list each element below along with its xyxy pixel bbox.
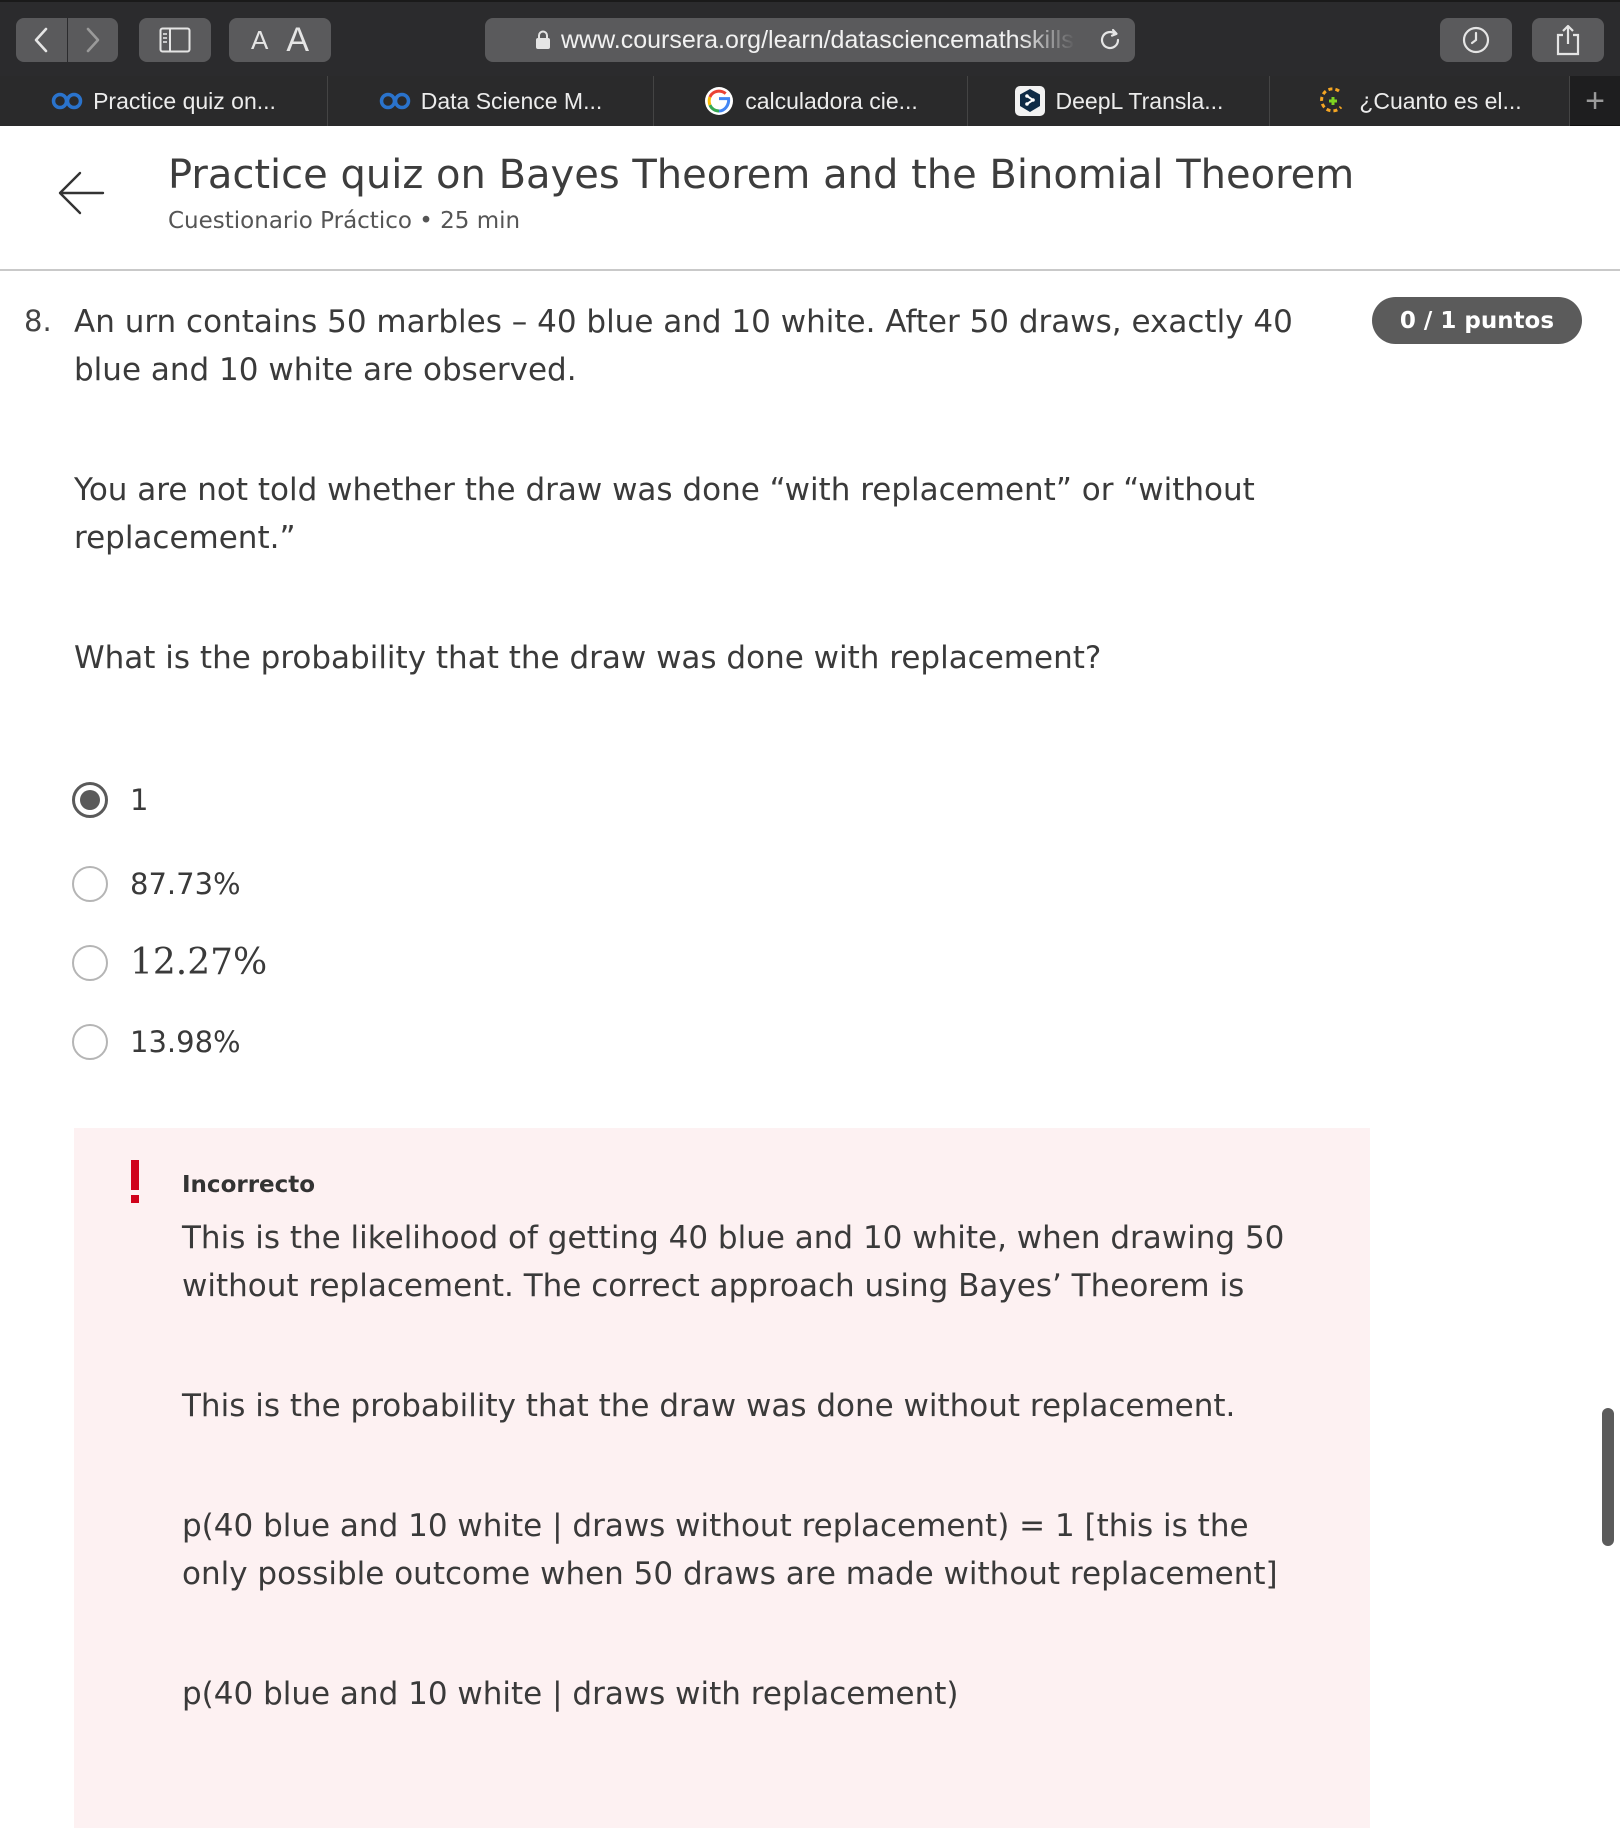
back-button[interactable] [16,18,67,62]
tab-deepl[interactable]: DeepL Transla... [968,76,1270,126]
font-size-buttons: A A [229,18,331,62]
clock-icon [1462,26,1490,54]
radio-dot [80,790,100,810]
points-badge: 0 / 1 puntos [1372,297,1582,344]
option-label: 87.73% [130,867,241,901]
radio-button[interactable] [72,1024,108,1060]
lock-icon [536,30,550,49]
browser-toolbar: A A www.coursera.org/learn/datasciencema… [0,0,1620,76]
chevron-right-icon [86,27,100,53]
feedback-status: Incorrecto [182,1172,316,1198]
history-button[interactable] [1440,18,1512,62]
url-text: www.coursera.org/learn/datasciencemathsk… [561,25,1074,54]
radio-button[interactable] [72,782,108,818]
decrease-font-button[interactable]: A [251,25,268,56]
feedback-text: p(40 blue and 10 white | draws with repl… [182,1676,959,1712]
radio-button[interactable] [72,866,108,902]
answer-option[interactable]: 12.27% [72,942,267,983]
share-button[interactable] [1532,18,1604,62]
answer-option[interactable]: 87.73% [72,866,241,902]
radio-button[interactable] [72,944,108,981]
question-number: 8. [24,304,52,338]
option-label: 12.27% [130,942,268,983]
exclamation-icon [131,1160,139,1203]
calculator-site-icon [1317,86,1349,116]
increase-font-button[interactable]: A [286,21,309,60]
reload-icon[interactable] [1097,27,1123,53]
question-text: An urn contains 50 marbles – 40 blue and… [74,304,1293,388]
coursera-icon [379,86,411,116]
question-prompt: What is the probability that the draw wa… [74,640,1102,676]
sidebar-button[interactable] [139,18,211,62]
question-text: You are not told whether the draw was do… [74,472,1255,556]
tab-calculadora[interactable]: calculadora cie... [654,76,968,126]
page-subtitle: Cuestionario Práctico • 25 min [168,208,521,234]
tab-cuanto-es[interactable]: ¿Cuanto es el... [1270,76,1570,126]
forward-button[interactable] [66,18,119,62]
tab-label: DeepL Transla... [1055,87,1224,114]
answer-option[interactable]: 13.98% [72,1024,241,1060]
share-icon [1556,24,1580,56]
tab-label: Practice quiz on... [93,87,276,114]
answer-option[interactable]: 1 [72,782,148,818]
feedback-text: This is the probability that the draw wa… [182,1388,1236,1424]
back-arrow-icon[interactable] [56,168,106,218]
chevron-left-icon [34,27,48,53]
option-label: 1 [130,783,149,817]
page-title: Practice quiz on Bayes Theorem and the B… [168,152,1355,198]
page-scrollbar[interactable] [1602,1408,1614,1546]
sidebar-icon [159,27,191,53]
tab-bar: Practice quiz on... Data Science M... ca… [0,76,1620,126]
tab-label: Data Science M... [420,87,603,114]
address-bar[interactable]: www.coursera.org/learn/datasciencemathsk… [485,18,1135,62]
quiz-header: Practice quiz on Bayes Theorem and the B… [0,126,1620,271]
feedback-panel: Incorrecto This is the likelihood of get… [74,1128,1370,1828]
tab-label: calculadora cie... [745,87,918,114]
tab-label: ¿Cuanto es el... [1359,87,1522,114]
tab-data-science[interactable]: Data Science M... [328,76,654,126]
tab-practice-quiz[interactable]: Practice quiz on... [0,76,328,126]
google-icon [703,86,735,116]
new-tab-button[interactable]: + [1570,76,1620,126]
deepl-icon [1014,86,1046,116]
navigation-buttons [16,18,118,62]
option-label: 13.98% [130,1025,241,1059]
coursera-icon [51,86,83,116]
feedback-text: p(40 blue and 10 white | draws without r… [182,1508,1278,1592]
feedback-text: This is the likelihood of getting 40 blu… [182,1220,1285,1304]
